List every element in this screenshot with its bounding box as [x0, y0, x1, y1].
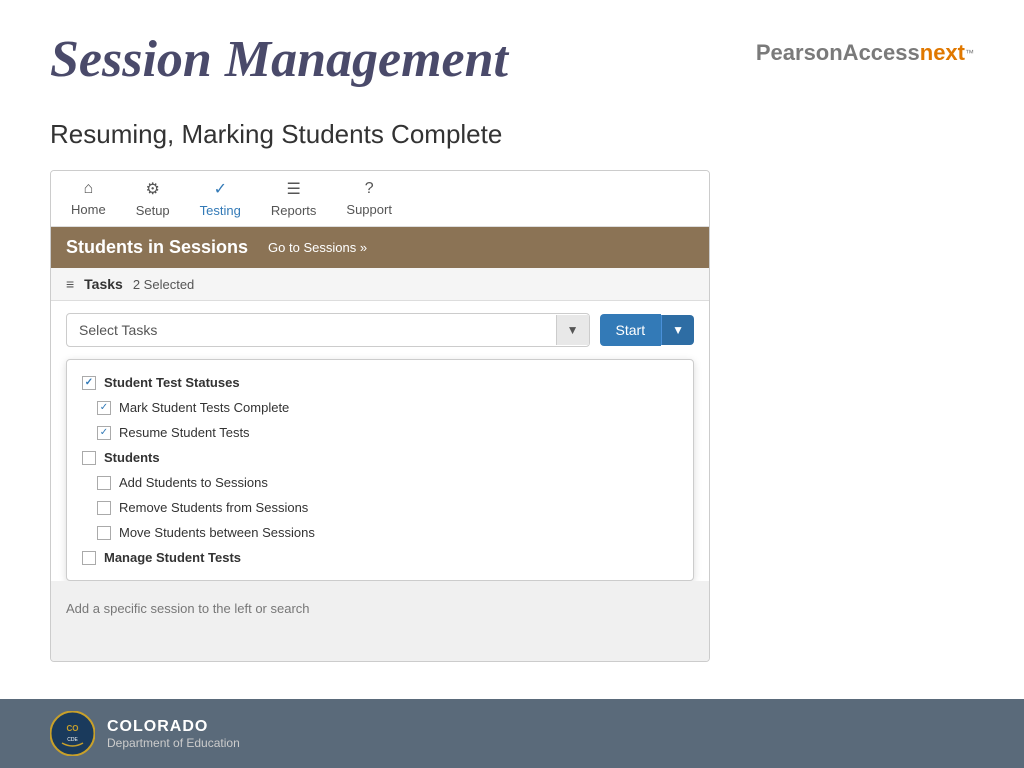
nav-support-label: Support: [346, 202, 392, 217]
checkbox-resume[interactable]: ✓: [97, 426, 111, 440]
svg-text:CO: CO: [67, 724, 79, 733]
start-btn-wrapper: Start ▼: [600, 314, 694, 346]
nav-bar: ⌂ Home ⚙ Setup ✓ Testing ☰ Reports ? Sup…: [51, 171, 709, 227]
menu-group-label-manage-tests: Manage Student Tests: [104, 550, 241, 565]
checkbox-student-test-statuses[interactable]: ✓: [82, 376, 96, 390]
select-tasks-caret-icon[interactable]: ▼: [556, 315, 589, 345]
nav-setup[interactable]: ⚙ Setup: [136, 179, 170, 218]
nav-reports[interactable]: ☰ Reports: [271, 179, 317, 218]
browser-frame: ⌂ Home ⚙ Setup ✓ Testing ☰ Reports ? Sup…: [50, 170, 710, 662]
nav-testing[interactable]: ✓ Testing: [200, 179, 241, 218]
nav-support[interactable]: ? Support: [346, 180, 392, 217]
menu-group-student-test-statuses[interactable]: ✓ Student Test Statuses: [67, 370, 693, 395]
list-icon: ☰: [286, 179, 300, 199]
nav-home-label: Home: [71, 202, 106, 217]
footer-dept: Department of Education: [107, 736, 240, 750]
checkbox-mark-complete[interactable]: ✓: [97, 401, 111, 415]
menu-item-mark-complete[interactable]: ✓ Mark Student Tests Complete: [67, 395, 693, 420]
menu-item-add-students[interactable]: Add Students to Sessions: [67, 470, 693, 495]
goto-sessions-link[interactable]: Go to Sessions »: [268, 240, 367, 255]
checkbox-move-students[interactable]: [97, 526, 111, 540]
page-title: Session Management: [50, 30, 508, 89]
checkmark-icon: ✓: [214, 179, 227, 199]
menu-group-label-student-test-statuses: Student Test Statuses: [104, 375, 240, 390]
menu-item-label-resume: Resume Student Tests: [119, 425, 250, 440]
select-tasks-input[interactable]: Select Tasks: [67, 314, 556, 346]
svg-text:CDE: CDE: [67, 737, 78, 743]
menu-group-label-students: Students: [104, 450, 160, 465]
session-content: Add a specific session to the left or se…: [51, 581, 709, 661]
students-in-sessions-title: Students in Sessions: [66, 237, 248, 258]
menu-group-manage-tests[interactable]: Manage Student Tests: [67, 545, 693, 570]
start-button[interactable]: Start: [600, 314, 662, 346]
menu-item-label-move-students: Move Students between Sessions: [119, 525, 315, 540]
menu-item-label-add-students: Add Students to Sessions: [119, 475, 268, 490]
nav-setup-label: Setup: [136, 203, 170, 218]
checkbox-students[interactable]: [82, 451, 96, 465]
start-button-caret[interactable]: ▼: [661, 315, 694, 345]
home-icon: ⌂: [84, 180, 94, 198]
nav-testing-label: Testing: [200, 203, 241, 218]
tasks-icon: ≡: [66, 276, 74, 292]
footer: CO CDE COLORADO Department of Education: [0, 699, 1024, 768]
logo-tm: ™: [965, 48, 974, 58]
nav-reports-label: Reports: [271, 203, 317, 218]
gear-icon: ⚙: [146, 179, 160, 199]
menu-item-move-students[interactable]: Move Students between Sessions: [67, 520, 693, 545]
colorado-seal-icon: CO CDE: [50, 711, 95, 756]
footer-text-block: COLORADO Department of Education: [107, 718, 240, 750]
menu-group-students[interactable]: Students: [67, 445, 693, 470]
menu-item-label-remove-students: Remove Students from Sessions: [119, 500, 308, 515]
subtitle: Resuming, Marking Students Complete: [0, 109, 1024, 170]
tasks-label: Tasks: [84, 276, 123, 292]
logo: PearsonAccess next ™: [756, 40, 974, 66]
checkbox-manage-tests[interactable]: [82, 551, 96, 565]
checkbox-remove-students[interactable]: [97, 501, 111, 515]
nav-home[interactable]: ⌂ Home: [71, 180, 106, 217]
logo-next-text: next: [920, 40, 965, 66]
select-tasks-wrapper[interactable]: Select Tasks ▼: [66, 313, 590, 347]
tasks-count: 2 Selected: [133, 277, 194, 292]
menu-item-remove-students[interactable]: Remove Students from Sessions: [67, 495, 693, 520]
footer-logo: CO CDE COLORADO Department of Education: [50, 711, 240, 756]
menu-item-label-mark-complete: Mark Student Tests Complete: [119, 400, 289, 415]
tasks-bar: ≡ Tasks 2 Selected: [51, 268, 709, 301]
header: Session Management PearsonAccess next ™: [0, 0, 1024, 109]
question-icon: ?: [365, 180, 374, 198]
checkbox-add-students[interactable]: [97, 476, 111, 490]
menu-item-resume[interactable]: ✓ Resume Student Tests: [67, 420, 693, 445]
main-content: ⌂ Home ⚙ Setup ✓ Testing ☰ Reports ? Sup…: [0, 170, 1024, 699]
session-hint: Add a specific session to the left or se…: [66, 601, 310, 616]
page-header-bar: Students in Sessions Go to Sessions »: [51, 227, 709, 268]
select-tasks-area: Select Tasks ▼ Start ▼: [51, 301, 709, 359]
logo-pearson-text: PearsonAccess: [756, 40, 920, 66]
dropdown-menu: ✓ Student Test Statuses ✓ Mark Student T…: [66, 359, 694, 581]
footer-state: COLORADO: [107, 718, 240, 736]
